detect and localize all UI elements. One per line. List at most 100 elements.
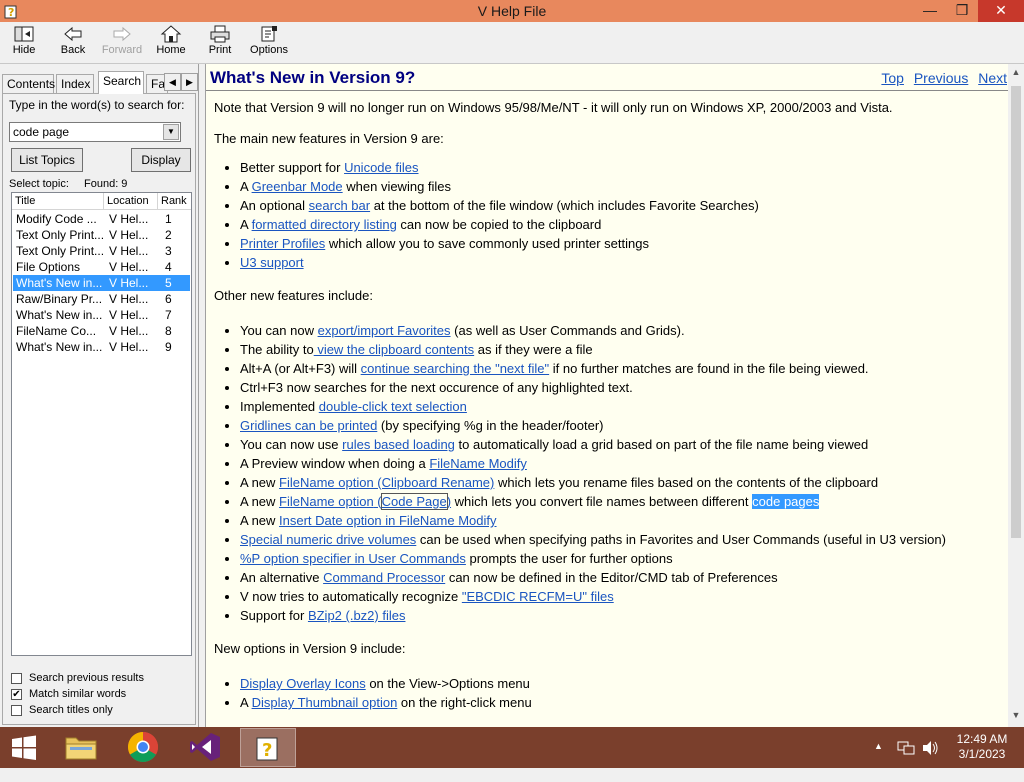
clock-date: 3/1/2023 (958, 747, 1006, 761)
windows-logo-icon (12, 735, 36, 760)
search-prompt: Type in the word(s) to search for: (9, 98, 185, 112)
column-rank[interactable]: Rank (158, 193, 191, 210)
tab-contents[interactable]: Contents (2, 74, 55, 93)
result-location: V Hel... (109, 340, 149, 354)
result-location: V Hel... (109, 292, 149, 306)
vertical-scrollbar[interactable]: ▲ ▼ (1008, 64, 1024, 727)
previous-link[interactable]: Previous (914, 70, 968, 86)
new-options-heading: New options in Version 9 include: (214, 641, 406, 656)
options-icon (261, 26, 277, 42)
table-row[interactable]: What's New in... V Hel... 7 (13, 307, 190, 323)
unicode-files-link[interactable]: Unicode files (344, 160, 418, 175)
p-option-specifier-link[interactable]: %P option specifier in User Commands (240, 551, 466, 566)
scroll-up-icon[interactable]: ▲ (1008, 64, 1024, 80)
formatted-directory-link[interactable]: formatted directory listing (252, 217, 397, 232)
list-item: Printer Profiles which allow you to save… (240, 234, 1004, 253)
taskbar-file-explorer[interactable] (54, 728, 108, 767)
table-row[interactable]: FileName Co... V Hel... 8 (13, 323, 190, 339)
continue-searching-link[interactable]: continue searching the "next file" (361, 361, 549, 376)
toolbar: Hide Back Forward Home Print Options (0, 22, 1024, 64)
column-title[interactable]: Title (12, 193, 104, 210)
hide-icon (14, 26, 34, 42)
network-icon[interactable] (897, 740, 915, 756)
result-rank: 4 (165, 260, 172, 274)
forward-button[interactable]: Forward (100, 24, 144, 62)
topic-header: What's New in Version 9? Top Previous Ne… (206, 64, 1009, 91)
list-item: A new Insert Date option in FileName Mod… (240, 511, 1004, 530)
show-hidden-icons[interactable]: ▲ (874, 741, 883, 782)
result-rank: 5 (165, 276, 172, 290)
printer-icon (210, 25, 230, 43)
next-link[interactable]: Next (978, 70, 1007, 86)
table-row[interactable]: What's New in... V Hel... 9 (13, 339, 190, 355)
scroll-thumb[interactable] (1011, 86, 1021, 538)
tab-search[interactable]: Search (98, 71, 144, 94)
gridlines-printed-link[interactable]: Gridlines can be printed (240, 418, 377, 433)
display-overlay-icons-link[interactable]: Display Overlay Icons (240, 676, 366, 691)
top-link[interactable]: Top (881, 70, 904, 86)
search-bar-link[interactable]: search bar (309, 198, 370, 213)
taskbar-chrome[interactable] (116, 728, 170, 767)
printer-profiles-link[interactable]: Printer Profiles (240, 236, 325, 251)
minimize-button[interactable]: — (915, 0, 945, 22)
maximize-button[interactable]: ❒ (947, 0, 977, 22)
main-features-list: Better support for Unicode files A Green… (214, 158, 1004, 272)
double-click-selection-link[interactable]: double-click text selection (319, 399, 467, 414)
rules-based-loading-link[interactable]: rules based loading (342, 437, 455, 452)
chevron-down-icon[interactable]: ▼ (163, 124, 179, 140)
topic-content: What's New in Version 9? Top Previous Ne… (205, 64, 1024, 727)
list-item: Special numeric drive volumes can be use… (240, 530, 1004, 549)
bzip2-files-link[interactable]: BZip2 (.bz2) files (308, 608, 406, 623)
list-topics-button[interactable]: List Topics (11, 148, 83, 172)
print-button[interactable]: Print (204, 24, 236, 62)
u3-support-link[interactable]: U3 support (240, 255, 304, 270)
back-button[interactable]: Back (56, 24, 90, 62)
system-clock[interactable]: 12:49 AM 3/1/2023 (950, 732, 1014, 762)
insert-date-option-link[interactable]: Insert Date option in FileName Modify (279, 513, 496, 528)
svg-text:?: ? (262, 740, 272, 761)
start-button[interactable] (0, 728, 48, 767)
table-row[interactable]: Modify Code ... V Hel... 1 (13, 211, 190, 227)
window-title: V Help File (477, 3, 547, 19)
search-input[interactable]: code page ▼ (9, 122, 181, 142)
tab-prev-icon[interactable]: ◀ (164, 73, 181, 91)
clipboard-rename-link[interactable]: FileName option (Clipboard Rename) (279, 475, 494, 490)
other-features-heading: Other new features include: (214, 288, 373, 303)
view-clipboard-link[interactable]: view the clipboard contents (314, 342, 474, 357)
command-processor-link[interactable]: Command Processor (323, 570, 445, 585)
result-location: V Hel... (109, 228, 149, 242)
result-location: V Hel... (109, 260, 149, 274)
scroll-down-icon[interactable]: ▼ (1008, 707, 1024, 723)
display-thumbnail-link[interactable]: Display Thumbnail option (252, 695, 398, 710)
filename-option-link[interactable]: FileName option (Code Page) (279, 493, 451, 510)
volume-icon[interactable] (921, 740, 939, 756)
filename-modify-link[interactable]: FileName Modify (429, 456, 527, 471)
tab-next-icon[interactable]: ▶ (181, 73, 198, 91)
greenbar-mode-link[interactable]: Greenbar Mode (252, 179, 343, 194)
result-title: What's New in... (16, 276, 103, 290)
nav-tabs: Contents Index Search Fa ◀ ▶ (2, 71, 198, 94)
taskbar-visual-studio[interactable] (178, 728, 232, 767)
home-button[interactable]: Home (154, 24, 188, 62)
table-row[interactable]: Text Only Print... V Hel... 3 (13, 243, 190, 259)
display-button[interactable]: Display (131, 148, 191, 172)
hide-button[interactable]: Hide (8, 24, 40, 62)
options-button[interactable]: Options (248, 24, 290, 62)
results-list[interactable]: Title Location Rank Modify Code ... V Hel… (11, 192, 192, 656)
list-item: A Preview window when doing a FileName M… (240, 454, 1004, 473)
tab-index[interactable]: Index (56, 74, 94, 93)
list-item: Implemented double-click text selection (240, 397, 1004, 416)
export-import-favorites-link[interactable]: export/import Favorites (318, 323, 451, 338)
checkmark-icon: ✔ (11, 689, 22, 700)
table-row[interactable]: What's New in... V Hel... 5 (13, 275, 190, 291)
table-row[interactable]: Text Only Print... V Hel... 2 (13, 227, 190, 243)
taskbar-v-help[interactable]: ? (240, 728, 296, 767)
table-row[interactable]: Raw/Binary Pr... V Hel... 6 (13, 291, 190, 307)
column-location[interactable]: Location (104, 193, 158, 210)
close-button[interactable]: ✕ (978, 0, 1024, 22)
ebcdic-files-link[interactable]: "EBCDIC RECFM=U" files (462, 589, 614, 604)
list-item: You can now export/import Favorites (as … (240, 321, 1004, 340)
numeric-drive-volumes-link[interactable]: Special numeric drive volumes (240, 532, 416, 547)
result-location: V Hel... (109, 324, 149, 338)
table-row[interactable]: File Options V Hel... 4 (13, 259, 190, 275)
